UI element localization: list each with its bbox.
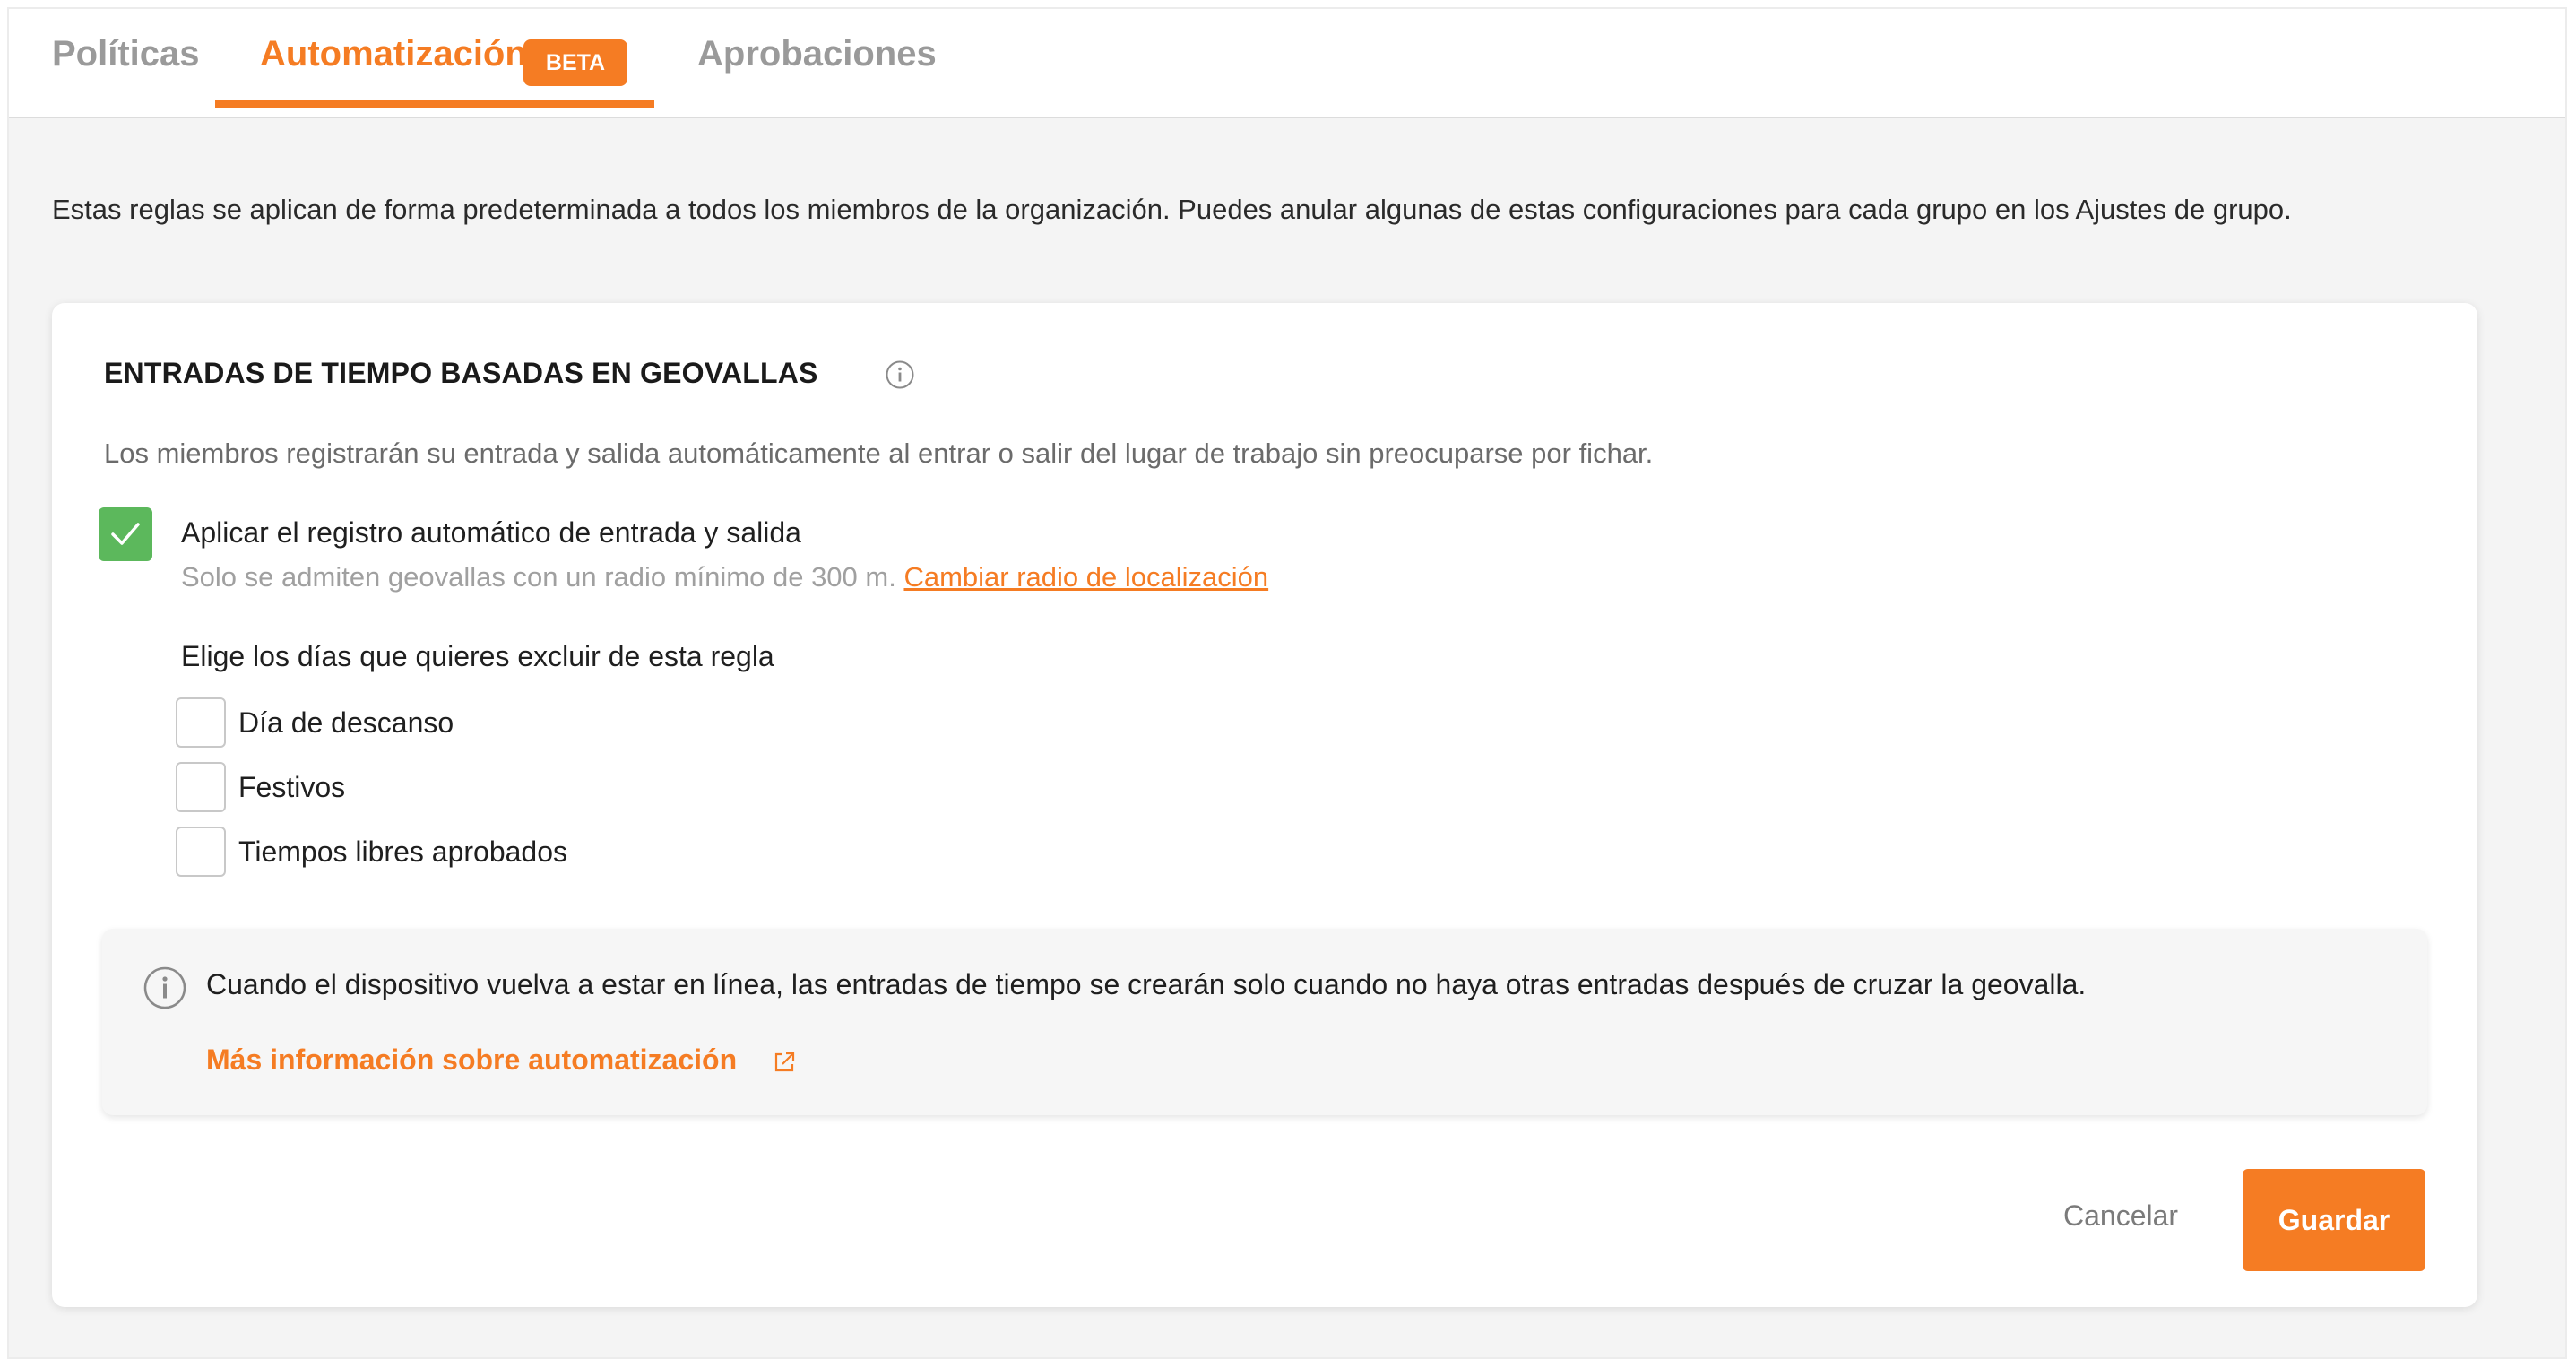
- info-icon[interactable]: [884, 359, 916, 391]
- tab-aprobaciones[interactable]: Aprobaciones: [697, 34, 937, 74]
- external-link-icon[interactable]: [771, 1049, 798, 1076]
- holidays-label: Festivos: [238, 771, 346, 803]
- approved-time-off-label: Tiempos libres aprobados: [238, 836, 567, 868]
- offline-notice-text: Cuando el dispositivo vuelva a estar en …: [206, 968, 2087, 1000]
- geofence-radius-note: Solo se admiten geovallas con un radio m…: [181, 561, 896, 593]
- section-title: ENTRADAS DE TIEMPO BASADAS EN GEOVALLAS: [104, 357, 818, 389]
- apply-auto-clock-label: Aplicar el registro automático de entrad…: [181, 516, 801, 549]
- apply-auto-clock-checkbox[interactable]: [99, 507, 152, 561]
- save-button[interactable]: Guardar: [2243, 1169, 2425, 1271]
- rest-day-checkbox[interactable]: [176, 697, 226, 748]
- section-description: Los miembros registrarán su entrada y sa…: [104, 437, 1654, 469]
- holidays-checkbox[interactable]: [176, 762, 226, 812]
- apply-auto-clock-note: Solo se admiten geovallas con un radio m…: [181, 561, 1268, 593]
- offline-notice-box: [102, 929, 2427, 1115]
- info-icon: [143, 966, 186, 1009]
- exclude-days-title: Elige los días que quieres excluir de es…: [181, 640, 774, 672]
- intro-text: Estas reglas se aplican de forma predete…: [52, 194, 2292, 225]
- beta-badge: BETA: [523, 39, 627, 86]
- active-tab-indicator: [215, 100, 654, 108]
- approved-time-off-checkbox[interactable]: [176, 827, 226, 877]
- checkmark-icon: [111, 523, 140, 545]
- rest-day-label: Día de descanso: [238, 706, 454, 739]
- change-radius-link[interactable]: Cambiar radio de localización: [903, 561, 1268, 593]
- tab-automatizacion[interactable]: Automatización: [260, 34, 527, 74]
- learn-more-automation-link[interactable]: Más información sobre automatización: [206, 1043, 737, 1077]
- cancel-button[interactable]: Cancelar: [2063, 1199, 2178, 1233]
- tab-politicas[interactable]: Políticas: [52, 34, 200, 74]
